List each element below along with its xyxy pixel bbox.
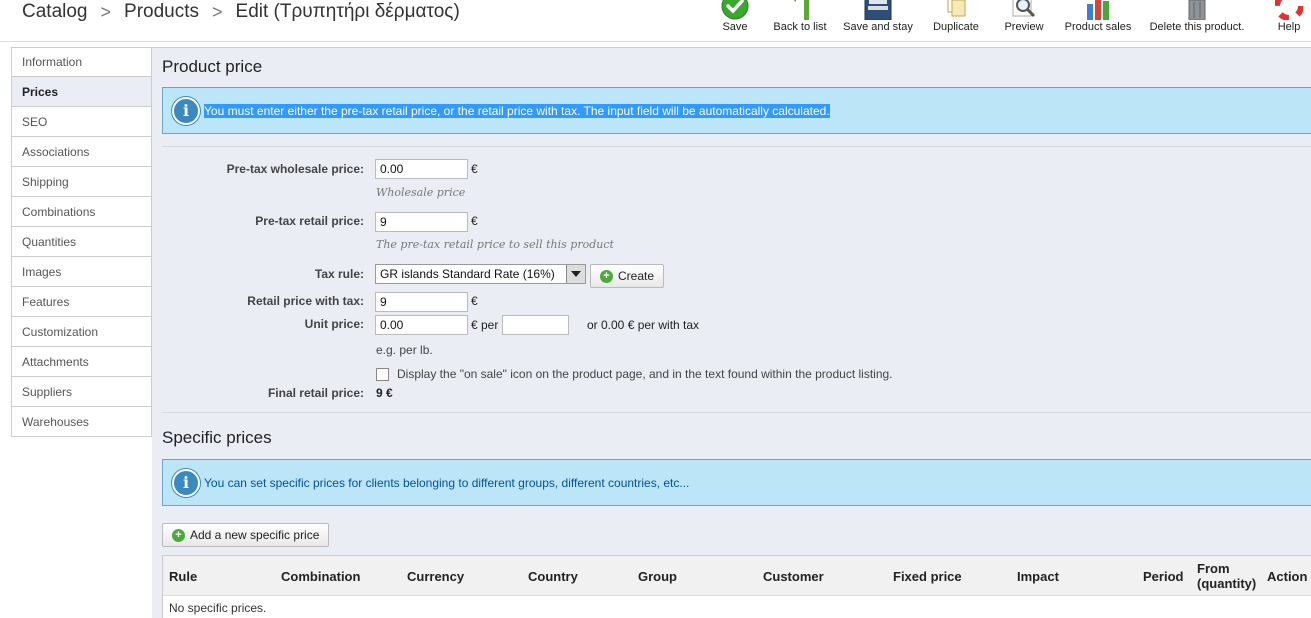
breadcrumb-separator-icon: > bbox=[100, 1, 112, 22]
check-icon bbox=[721, 0, 749, 20]
trash-icon bbox=[1188, 0, 1206, 20]
column-header-country[interactable]: Country bbox=[528, 569, 578, 584]
specific-prices-table: Rule Combination Currency Country Group … bbox=[162, 555, 1311, 618]
sidebar-item-attachments[interactable]: Attachments bbox=[11, 347, 152, 377]
on-sale-label: Display the "on sale" icon on the produc… bbox=[397, 367, 893, 381]
column-header-impact[interactable]: Impact bbox=[1017, 569, 1059, 584]
preview-button[interactable]: Preview bbox=[997, 0, 1051, 42]
delete-product-button[interactable]: Delete this product. bbox=[1147, 0, 1247, 42]
tax-rule-label: Tax rule: bbox=[314, 267, 364, 281]
breadcrumb-current: Edit (Τρυπητήρι δέρματος) bbox=[235, 1, 460, 22]
sidebar-item-warehouses[interactable]: Warehouses bbox=[11, 407, 152, 437]
sidebar-item-customization[interactable]: Customization bbox=[11, 317, 152, 347]
breadcrumb: Catalog > Products > Edit (Τρυπητήρι δέρ… bbox=[22, 0, 460, 24]
table-header: Rule Combination Currency Country Group … bbox=[163, 556, 1311, 596]
breadcrumb-separator-icon: > bbox=[212, 1, 223, 22]
final-price-label: Final retail price: bbox=[267, 386, 364, 400]
retail-with-tax-currency: € bbox=[471, 294, 478, 308]
retail-with-tax-label: Retail price with tax: bbox=[247, 294, 364, 308]
sidebar-item-information[interactable]: Information bbox=[11, 47, 152, 77]
save-and-stay-button[interactable]: Save and stay bbox=[841, 0, 915, 42]
tax-rule-selected: GR islands Standard Rate (16%) bbox=[380, 267, 555, 281]
section-divider bbox=[162, 146, 1311, 147]
column-header-period[interactable]: Period bbox=[1143, 569, 1183, 584]
unit-price-unit-input[interactable] bbox=[502, 315, 569, 335]
unit-price-hint: e.g. per lb. bbox=[376, 343, 433, 357]
column-header-combination[interactable]: Combination bbox=[281, 569, 360, 584]
duplicate-button[interactable]: Duplicate bbox=[927, 0, 985, 42]
create-tax-rule-button[interactable]: + Create bbox=[590, 264, 665, 288]
info-icon: i bbox=[172, 468, 200, 497]
sidebar-item-prices[interactable]: Prices bbox=[11, 77, 152, 107]
retail-price-label: Pre-tax retail price: bbox=[255, 214, 364, 228]
chevron-down-icon bbox=[566, 265, 585, 283]
save-disk-icon bbox=[864, 0, 892, 20]
product-tabs-sidebar: Information Prices SEO Associations Ship… bbox=[11, 47, 152, 437]
column-header-fixed-price[interactable]: Fixed price bbox=[893, 569, 962, 584]
info-icon: i bbox=[172, 96, 200, 125]
retail-currency: € bbox=[471, 214, 478, 228]
magnifier-icon bbox=[1012, 0, 1036, 18]
sidebar-item-quantities[interactable]: Quantities bbox=[11, 227, 152, 257]
breadcrumb-catalog[interactable]: Catalog bbox=[22, 1, 88, 23]
lifebuoy-icon bbox=[1275, 0, 1303, 20]
column-header-currency[interactable]: Currency bbox=[407, 569, 464, 584]
bar-chart-icon bbox=[1087, 0, 1109, 20]
column-header-rule[interactable]: Rule bbox=[169, 569, 197, 584]
prices-panel: Product price i You must enter either th… bbox=[152, 47, 1311, 618]
column-header-group[interactable]: Group bbox=[638, 569, 677, 584]
product-price-info-text: You must enter either the pre-tax retail… bbox=[204, 103, 830, 118]
retail-price-hint: The pre-tax retail price to sell this pr… bbox=[376, 238, 614, 251]
column-header-from-quantity[interactable]: From (quantity) bbox=[1197, 561, 1261, 591]
column-header-action[interactable]: Action bbox=[1267, 569, 1307, 584]
unit-price-input[interactable] bbox=[375, 315, 468, 335]
plus-icon: + bbox=[172, 528, 185, 542]
back-arrow-icon bbox=[793, 0, 809, 20]
page-header: Catalog > Products > Edit (Τρυπητήρι δέρ… bbox=[0, 0, 1311, 42]
wholesale-price-hint: Wholesale price bbox=[376, 186, 466, 199]
specific-prices-info-text: You can set specific prices for clients … bbox=[204, 475, 690, 490]
duplicate-icon bbox=[947, 0, 966, 17]
product-price-title: Product price bbox=[162, 57, 263, 76]
sidebar-item-associations[interactable]: Associations bbox=[11, 137, 152, 167]
wholesale-price-label: Pre-tax wholesale price: bbox=[226, 162, 364, 176]
retail-price-input[interactable] bbox=[375, 212, 468, 232]
unit-price-with-tax: or 0.00 € per with tax bbox=[587, 318, 700, 332]
product-price-info-box: i You must enter either the pre-tax reta… bbox=[162, 87, 1311, 134]
tax-rule-select[interactable]: GR islands Standard Rate (16%) bbox=[375, 264, 586, 284]
add-specific-price-button[interactable]: + Add a new specific price bbox=[162, 523, 330, 547]
sidebar-item-features[interactable]: Features bbox=[11, 287, 152, 317]
unit-price-label: Unit price: bbox=[304, 317, 364, 331]
specific-prices-title: Specific prices bbox=[162, 428, 272, 447]
wholesale-currency: € bbox=[471, 162, 478, 176]
on-sale-checkbox[interactable] bbox=[376, 368, 389, 381]
help-button[interactable]: Help bbox=[1267, 0, 1311, 42]
plus-icon: + bbox=[600, 269, 613, 283]
section-divider bbox=[162, 412, 1311, 413]
product-sales-button[interactable]: Product sales bbox=[1061, 0, 1135, 42]
unit-price-per: € per bbox=[471, 318, 499, 332]
final-price-value: 9 € bbox=[376, 386, 393, 400]
sidebar-item-seo[interactable]: SEO bbox=[11, 107, 152, 137]
sidebar-item-combinations[interactable]: Combinations bbox=[11, 197, 152, 227]
column-header-customer[interactable]: Customer bbox=[763, 569, 824, 584]
sidebar-item-shipping[interactable]: Shipping bbox=[11, 167, 152, 197]
save-button[interactable]: Save bbox=[713, 0, 757, 42]
retail-with-tax-input[interactable] bbox=[375, 292, 468, 312]
empty-table-message: No specific prices. bbox=[169, 601, 267, 615]
wholesale-price-input[interactable] bbox=[375, 159, 468, 179]
back-to-list-button[interactable]: Back to list bbox=[770, 0, 830, 42]
sidebar-item-suppliers[interactable]: Suppliers bbox=[11, 377, 152, 407]
breadcrumb-products[interactable]: Products bbox=[124, 1, 199, 23]
specific-prices-info-box: i You can set specific prices for client… bbox=[162, 459, 1311, 506]
sidebar-item-images[interactable]: Images bbox=[11, 257, 152, 287]
